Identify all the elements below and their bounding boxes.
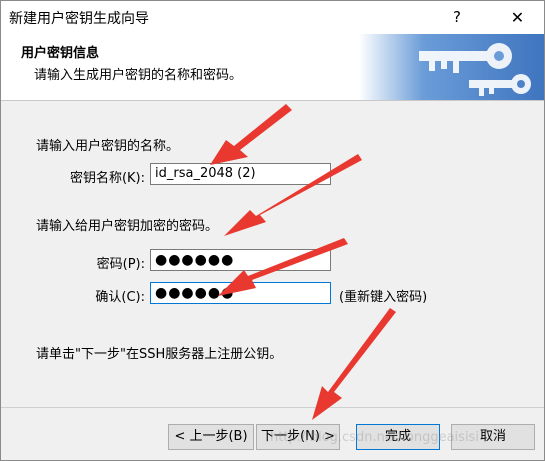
key-name-input[interactable]: id_rsa_2048 (2)	[150, 163, 331, 185]
back-button[interactable]: < 上一步(B)	[168, 424, 254, 450]
wizard-body: 请输入用户密钥的名称。 密钥名称(K): id_rsa_2048 (2) 请输入…	[1, 101, 544, 407]
password-label: 密码(P):	[96, 257, 145, 272]
close-icon[interactable]: ✕	[491, 1, 544, 34]
keys-illustration-icon	[359, 34, 544, 100]
password-prompt: 请输入给用户密钥加密的密码。	[36, 219, 219, 234]
header-title: 用户密钥信息	[21, 46, 100, 61]
password-input[interactable]: ●●●●●●	[150, 249, 331, 271]
help-icon[interactable]: ?	[431, 1, 483, 34]
next-hint: 请单击"下一步"在SSH服务器上注册公钥。	[36, 347, 283, 362]
wizard-window: 新建用户密钥生成向导 ? ✕ 用户密钥信息 请输入生成用户密钥的名称和密码。 请…	[0, 0, 545, 461]
window-title: 新建用户密钥生成向导	[9, 11, 149, 27]
name-prompt: 请输入用户密钥的名称。	[36, 139, 180, 154]
reenter-hint: (重新键入密码)	[339, 290, 428, 305]
confirm-password-input[interactable]: ●●●●●●	[150, 282, 331, 304]
confirm-label: 确认(C):	[95, 290, 145, 305]
title-bar: 新建用户密钥生成向导 ? ✕	[1, 1, 544, 34]
watermark-text: http://blog.csdn.net/longgeaisisi	[270, 430, 479, 445]
key-name-label: 密钥名称(K):	[69, 171, 145, 186]
wizard-header: 用户密钥信息 请输入生成用户密钥的名称和密码。	[1, 34, 544, 101]
header-subtitle: 请输入生成用户密钥的名称和密码。	[34, 68, 243, 83]
